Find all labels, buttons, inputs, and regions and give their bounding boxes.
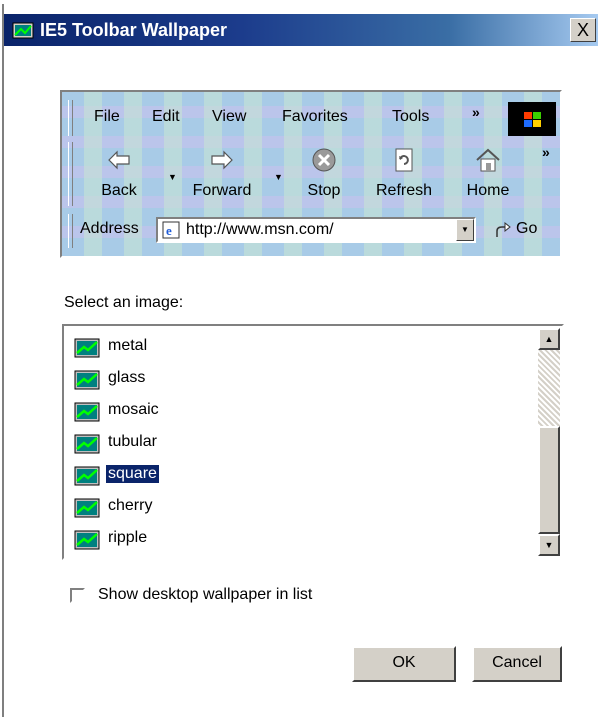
menu-chevron-icon: »	[472, 104, 480, 120]
scroll-thumb[interactable]	[538, 426, 560, 534]
home-icon	[476, 148, 500, 172]
back-arrow-icon	[108, 150, 130, 170]
list-item-label: tubular	[108, 433, 157, 450]
band-grip	[68, 100, 73, 136]
list-item-label: square	[105, 464, 160, 484]
list-item[interactable]: ripple	[70, 524, 510, 554]
preview-refresh-button: Refresh	[366, 144, 442, 204]
list-item-label: glass	[108, 369, 146, 386]
wallpaper-image-icon	[74, 338, 100, 358]
band-grip	[68, 142, 73, 206]
preview-menu-edit: Edit	[152, 108, 180, 125]
ok-button[interactable]: OK	[352, 646, 456, 682]
go-arrow-icon	[496, 222, 511, 237]
select-image-label: Select an image:	[64, 294, 184, 311]
list-item[interactable]: tubular	[70, 428, 510, 458]
preview-home-button: Home	[456, 144, 520, 204]
band-grip	[68, 214, 73, 248]
window-title: IE5 Toolbar Wallpaper	[40, 20, 228, 40]
title-bar[interactable]: IE5 Toolbar Wallpaper X	[4, 14, 598, 46]
svg-text:e: e	[166, 223, 172, 238]
list-item[interactable]: cherry	[70, 492, 510, 522]
preview-address-band: Address e http://www.msn.com/ ▼ Go	[68, 212, 558, 250]
preview-menu-view: View	[212, 108, 247, 125]
scroll-down-button[interactable]: ▼	[538, 534, 560, 556]
forward-arrow-icon	[211, 150, 233, 170]
preview-go-button: Go	[492, 218, 554, 244]
address-value: http://www.msn.com/	[186, 221, 334, 238]
wallpaper-image-icon	[74, 370, 100, 390]
toolbar-preview: File Edit View Favorites Tools » Back ▼	[60, 90, 562, 258]
preview-stop-button: Stop	[294, 144, 354, 204]
preview-menu-tools: Tools	[392, 108, 430, 125]
wallpaper-image-icon	[74, 434, 100, 454]
address-label: Address	[80, 220, 139, 237]
vertical-scrollbar[interactable]: ▲ ▼	[538, 328, 560, 556]
close-button[interactable]: X	[570, 18, 596, 42]
list-item[interactable]: mosaic	[70, 396, 510, 426]
address-dropdown-icon: ▼	[456, 219, 474, 241]
wallpaper-image-icon	[74, 530, 100, 550]
show-desktop-wallpaper-label[interactable]: Show desktop wallpaper in list	[98, 586, 312, 604]
toolbar-chevron-icon: »	[542, 144, 550, 160]
preview-forward-button: Forward	[184, 144, 260, 204]
preview-back-button: Back	[84, 144, 154, 204]
dialog-window: IE5 Toolbar Wallpaper X File Edit View F…	[2, 4, 598, 717]
back-label: Back	[101, 182, 137, 199]
refresh-icon	[395, 148, 413, 172]
wallpaper-image-icon	[74, 402, 100, 422]
wallpaper-icon	[12, 22, 34, 39]
cancel-button[interactable]: Cancel	[472, 646, 562, 682]
address-field: e http://www.msn.com/ ▼	[156, 217, 476, 243]
windows-logo-icon	[508, 102, 556, 136]
go-label: Go	[516, 220, 538, 237]
show-desktop-wallpaper-checkbox[interactable]	[70, 588, 85, 603]
wallpaper-image-icon	[74, 466, 100, 486]
preview-menu-band: File Edit View Favorites Tools »	[68, 98, 558, 138]
stop-label: Stop	[307, 182, 341, 199]
list-item-label: cherry	[108, 497, 153, 514]
list-item-label: ripple	[108, 529, 148, 546]
scroll-up-button[interactable]: ▲	[538, 328, 560, 350]
home-label: Home	[466, 182, 510, 199]
list-item-label: mosaic	[108, 401, 159, 418]
list-item[interactable]: square	[70, 460, 510, 490]
list-item[interactable]: metal	[70, 332, 510, 362]
back-dropdown-icon: ▼	[168, 172, 177, 182]
list-item-label: metal	[108, 337, 148, 354]
wallpaper-image-icon	[74, 498, 100, 518]
preview-standard-band: Back ▼ Forward ▼ Stop Refresh Home »	[68, 140, 558, 208]
forward-label: Forward	[192, 182, 252, 199]
image-listbox[interactable]: metal glass mosaic tubular square cherry rippl…	[62, 324, 564, 560]
forward-dropdown-icon: ▼	[274, 172, 283, 182]
preview-menu-favorites: Favorites	[282, 108, 348, 125]
image-list: metal glass mosaic tubular square cherry rippl…	[66, 328, 536, 556]
ie-page-icon: e	[162, 221, 180, 239]
preview-menu-file: File	[94, 108, 120, 125]
refresh-label: Refresh	[375, 182, 433, 199]
list-item[interactable]: glass	[70, 364, 510, 394]
stop-icon	[312, 148, 336, 172]
